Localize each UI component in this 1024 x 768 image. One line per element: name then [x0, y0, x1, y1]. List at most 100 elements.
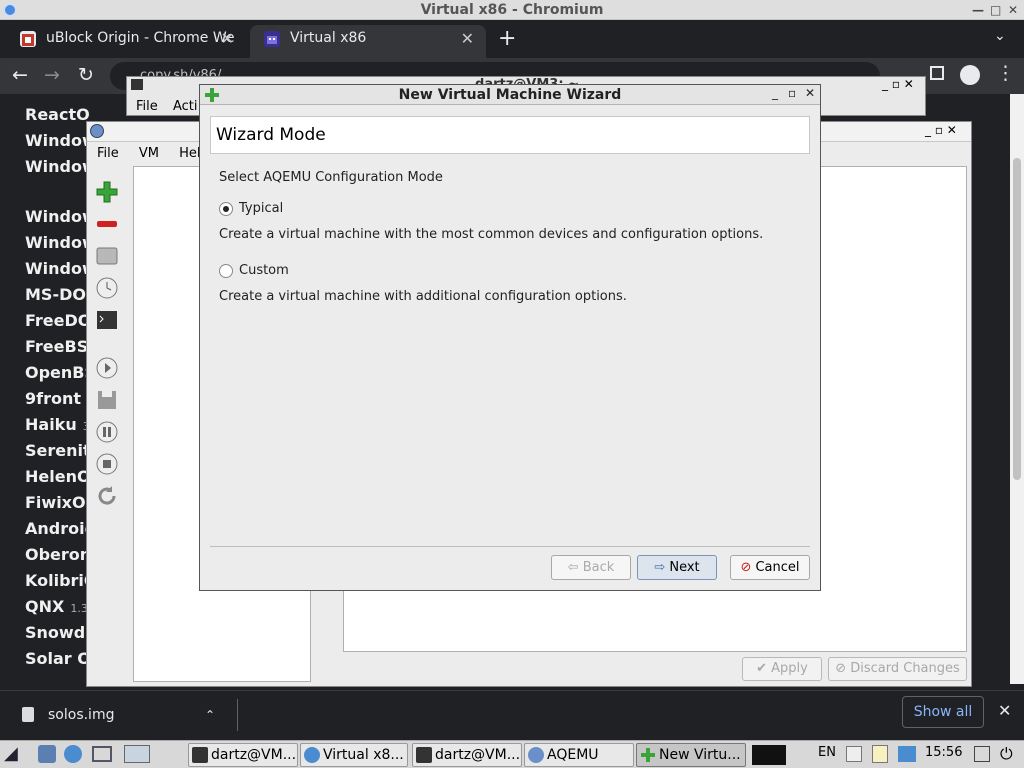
reload-icon[interactable]: ↻ — [78, 64, 94, 86]
os-list-item[interactable]: Window — [25, 256, 90, 282]
maximize-icon[interactable]: □ — [990, 0, 1001, 20]
minimize-icon[interactable]: — — [972, 0, 984, 20]
tab-close-icon[interactable]: ✕ — [221, 25, 234, 52]
windows-icon[interactable] — [92, 746, 112, 762]
back-button[interactable]: ⇦ Back — [551, 555, 631, 580]
apply-button[interactable]: ✔ Apply — [742, 657, 822, 681]
clock-icon[interactable] — [95, 276, 119, 300]
sidepanel-icon[interactable] — [930, 66, 944, 80]
os-list-item[interactable]: Oberon — [25, 542, 90, 568]
wizard-maximize-icon[interactable]: ▫ — [788, 86, 796, 100]
typical-radio[interactable] — [219, 202, 233, 216]
new-vm-wizard-dialog[interactable]: New Virtual Machine Wizard _ ▫ ✕ Wizard … — [199, 84, 821, 591]
os-list-item[interactable]: OpenBS — [25, 360, 90, 386]
files-icon[interactable] — [38, 745, 56, 763]
taskbar-terminal-2[interactable]: dartz@VM... — [412, 743, 522, 767]
os-list-item[interactable]: FreeBSI — [25, 334, 90, 360]
os-list-item[interactable]: Solar O — [25, 646, 90, 672]
os-name: KolibriO — [25, 571, 90, 590]
browser-window-title: Virtual x86 - Chromium — [420, 2, 604, 18]
reset-icon[interactable] — [95, 484, 119, 508]
custom-radio[interactable] — [219, 264, 233, 278]
pen-tray-icon[interactable] — [846, 746, 862, 762]
scrollbar-thumb[interactable] — [1013, 158, 1021, 480]
os-list-item[interactable]: HelenOS — [25, 464, 90, 490]
download-item[interactable]: solos.img ⌃ — [8, 699, 230, 731]
pause-icon[interactable] — [95, 420, 119, 444]
back-arrow-icon[interactable]: ← — [12, 64, 28, 86]
download-divider — [237, 699, 238, 731]
browser-launcher-icon[interactable] — [64, 745, 82, 763]
close-icon[interactable]: ✕ — [1008, 0, 1018, 20]
tab-close-icon[interactable]: ✕ — [461, 25, 474, 52]
os-list-item[interactable]: KolibriO — [25, 568, 90, 594]
clipboard-tray-icon[interactable] — [872, 745, 888, 763]
disk-icon[interactable] — [95, 244, 119, 268]
taskbar-aqemu[interactable]: AQEMU — [524, 743, 634, 767]
os-list-item[interactable]: ReactOS18 M — [25, 102, 90, 128]
custom-label[interactable]: Custom — [239, 263, 289, 278]
typical-description: Create a virtual machine with the most c… — [219, 227, 764, 242]
os-list-item[interactable]: FiwixOS — [25, 490, 90, 516]
terminal-window-controls[interactable]: _ ▫ ✕ — [882, 77, 914, 91]
tab-ublock[interactable]: uBlock Origin - Chrome We ✕ — [6, 25, 246, 58]
taskbar-wizard[interactable]: New Virtu... — [636, 743, 746, 767]
next-label: Next — [669, 560, 700, 575]
os-list-item[interactable]: FreeDO — [25, 308, 90, 334]
tab-search-chevron-icon[interactable]: ⌄ — [994, 28, 1006, 44]
menu-vm[interactable]: VM — [139, 146, 159, 161]
stop-icon[interactable] — [95, 452, 119, 476]
menu-kebab-icon[interactable]: ⋮ — [996, 62, 1015, 84]
aqemu-window-controls[interactable]: _ ▫ ✕ — [925, 123, 957, 137]
network-tray-icon[interactable] — [898, 746, 916, 762]
start-menu-icon[interactable]: ◢ — [4, 743, 18, 764]
download-filename: solos.img — [48, 707, 115, 723]
taskbar-chromium[interactable]: Virtual x8... — [300, 743, 408, 767]
clock[interactable]: 15:56 — [925, 745, 962, 760]
os-list-item[interactable]: Haiku3 — [25, 412, 90, 438]
os-list-item[interactable]: Android — [25, 516, 90, 542]
menu-file[interactable]: File — [97, 146, 119, 161]
os-list-item[interactable]: 9front4 — [25, 386, 90, 412]
delete-vm-icon[interactable] — [95, 212, 119, 236]
terminal-menu-actions[interactable]: Acti — [173, 99, 198, 114]
typical-label[interactable]: Typical — [239, 201, 283, 216]
tab-virtual-x86[interactable]: Virtual x86 ✕ — [250, 25, 486, 58]
os-list-item[interactable]: Window — [25, 204, 90, 230]
page-scrollbar[interactable] — [1010, 94, 1024, 684]
custom-description: Create a virtual machine with additional… — [219, 289, 627, 304]
wizard-close-icon[interactable]: ✕ — [805, 86, 815, 100]
play-icon[interactable] — [95, 356, 119, 380]
download-chevron-up-icon[interactable]: ⌃ — [205, 699, 215, 731]
os-list-item[interactable]: Snowdr — [25, 620, 90, 646]
os-name: Android — [25, 519, 90, 538]
save-icon[interactable] — [95, 388, 119, 412]
download-bar-close-icon[interactable]: ✕ — [998, 701, 1011, 720]
desktop-icon[interactable] — [124, 745, 150, 763]
taskbar-terminal-1[interactable]: dartz@VM... — [188, 743, 298, 767]
language-indicator[interactable]: EN — [818, 745, 836, 760]
next-button[interactable]: ⇨ Next — [637, 555, 717, 580]
browser-titlebar: Virtual x86 - Chromium — □ ✕ — [0, 0, 1024, 20]
os-name: FiwixOS — [25, 493, 90, 512]
show-all-button[interactable]: Show all — [902, 696, 984, 728]
os-list-item[interactable]: Serenity — [25, 438, 90, 464]
power-icon[interactable]: ⏻ — [1000, 744, 1013, 764]
show-desktop-icon[interactable] — [974, 746, 990, 762]
forward-arrow-icon[interactable]: → — [44, 64, 60, 86]
os-list-item[interactable]: MS-DOS — [25, 282, 90, 308]
console-icon[interactable] — [95, 308, 119, 332]
discard-icon: ⊘ — [835, 661, 851, 676]
os-list-item[interactable]: QNX 1.3 — [25, 594, 88, 620]
os-name: Snowdr — [25, 623, 90, 642]
profile-avatar-icon[interactable] — [960, 65, 980, 85]
os-list-item[interactable]: Window — [25, 154, 90, 180]
cancel-button[interactable]: ⊘ Cancel — [730, 555, 810, 580]
new-tab-icon[interactable]: + — [498, 26, 516, 51]
os-list-item[interactable]: Window — [25, 128, 90, 154]
terminal-menu-file[interactable]: File — [136, 99, 158, 114]
discard-changes-button[interactable]: ⊘ Discard Changes — [828, 657, 967, 681]
os-list-item[interactable]: Window — [25, 230, 90, 256]
wizard-minimize-icon[interactable]: _ — [772, 86, 778, 100]
add-vm-icon[interactable] — [95, 180, 119, 204]
